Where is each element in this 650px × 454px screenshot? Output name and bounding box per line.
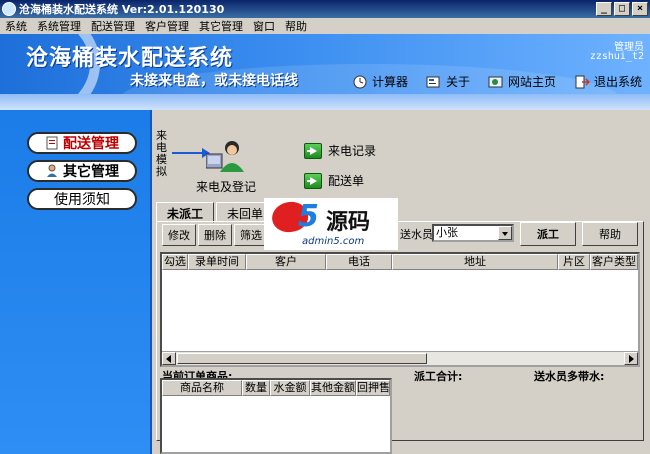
green-arrow-icon bbox=[304, 142, 322, 159]
a5-logo-icon: 5 bbox=[269, 198, 328, 236]
menu-system-manage[interactable]: 系统管理 bbox=[32, 18, 86, 34]
col-deposit-return[interactable]: 回押售 bbox=[356, 380, 390, 396]
col-water-amount[interactable]: 水金额 bbox=[270, 380, 310, 396]
dispatch-button[interactable]: 派工 bbox=[520, 222, 576, 246]
scroll-left-icon[interactable] bbox=[162, 352, 176, 365]
menu-delivery-manage[interactable]: 配送管理 bbox=[86, 18, 140, 34]
document-icon bbox=[46, 136, 58, 150]
calculator-label: 计算器 bbox=[371, 75, 408, 89]
dispatch-total-label: 派工合计: bbox=[414, 370, 463, 383]
delete-button[interactable]: 删除 bbox=[198, 224, 232, 246]
courier-value: 小张 bbox=[436, 226, 458, 239]
col-customer-type[interactable]: 客户类型 bbox=[590, 254, 638, 270]
col-customer[interactable]: 客户 bbox=[246, 254, 326, 270]
title-bar: 沧海桶装水配送系统 Ver:2.01.120130 _ □ × bbox=[0, 0, 650, 18]
scroll-thumb[interactable] bbox=[177, 353, 427, 364]
order-tabs: 未派工 未回单 bbox=[156, 202, 276, 223]
clock-icon bbox=[353, 75, 367, 88]
call-records-link[interactable]: 来电记录 bbox=[304, 142, 376, 159]
col-other-amount[interactable]: 其他金额 bbox=[310, 380, 356, 396]
delivery-order-label: 配送单 bbox=[328, 174, 365, 188]
flow-arrow-icon bbox=[172, 148, 210, 158]
exit-button[interactable]: 退出系统 bbox=[574, 73, 642, 90]
window-title: 沧海桶装水配送系统 Ver:2.01.120130 bbox=[19, 3, 225, 16]
close-button[interactable]: × bbox=[632, 2, 648, 16]
goods-grid-header: 商品名称 数量 水金额 其他金额 回押售 bbox=[162, 380, 390, 396]
left-nav: 配送管理 其它管理 使用须知 bbox=[0, 110, 152, 454]
menu-help[interactable]: 帮助 bbox=[280, 18, 312, 34]
edit-button[interactable]: 修改 bbox=[162, 224, 196, 246]
banner: 沧海桶装水配送系统 未接来电盒，或未接电话线 管理员 zzshui_t2 计算器… bbox=[0, 34, 650, 94]
col-phone[interactable]: 电话 bbox=[326, 254, 392, 270]
watermark-brand: 源码 bbox=[326, 210, 371, 235]
nav-delivery-label: 配送管理 bbox=[63, 136, 119, 152]
nav-guide[interactable]: 使用须知 bbox=[27, 188, 137, 210]
simulate-label: 来电模拟 bbox=[156, 129, 167, 178]
menu-system[interactable]: 系统 bbox=[0, 18, 32, 34]
about-label: 关于 bbox=[445, 75, 470, 89]
main-panel: 来电模拟 来电及登记 来电记录 配送单 未派工 未回单 修改 删除 筛选 送水员… bbox=[154, 110, 650, 454]
menu-customer-manage[interactable]: 客户管理 bbox=[140, 18, 194, 34]
col-quantity[interactable]: 数量 bbox=[242, 380, 270, 396]
info-card-icon bbox=[426, 76, 440, 87]
horizontal-scrollbar[interactable] bbox=[162, 351, 638, 365]
nav-delivery-manage[interactable]: 配送管理 bbox=[27, 132, 137, 154]
col-address[interactable]: 地址 bbox=[392, 254, 558, 270]
menu-bar: 系统 系统管理 配送管理 客户管理 其它管理 窗口 帮助 bbox=[0, 18, 650, 34]
call-records-label: 来电记录 bbox=[328, 144, 377, 158]
calculator-button[interactable]: 计算器 bbox=[352, 73, 408, 90]
operator-icon[interactable] bbox=[206, 136, 246, 176]
nav-guide-label: 使用须知 bbox=[54, 192, 110, 208]
about-button[interactable]: 关于 bbox=[426, 73, 470, 90]
app-title: 沧海桶装水配送系统 bbox=[26, 46, 234, 71]
maximize-button[interactable]: □ bbox=[614, 2, 630, 16]
watermark: 5 源码 admin5.com bbox=[264, 198, 398, 250]
user-icon bbox=[47, 164, 57, 177]
user-id: zzshui_t2 bbox=[589, 51, 644, 62]
menu-window[interactable]: 窗口 bbox=[248, 18, 280, 34]
exit-label: 退出系统 bbox=[593, 75, 642, 89]
nav-other-label: 其它管理 bbox=[63, 164, 119, 180]
watermark-site: admin5.com bbox=[302, 236, 365, 247]
tab-undispatched[interactable]: 未派工 bbox=[156, 202, 215, 223]
website-label: 网站主页 bbox=[507, 75, 556, 89]
col-check[interactable]: 勾选 bbox=[162, 254, 188, 270]
menu-other-manage[interactable]: 其它管理 bbox=[194, 18, 248, 34]
minimize-button[interactable]: _ bbox=[596, 2, 612, 16]
grid-header: 勾选 录单时间 客户 电话 地址 片区 客户类型 bbox=[162, 254, 638, 270]
col-time[interactable]: 录单时间 bbox=[188, 254, 246, 270]
col-area[interactable]: 片区 bbox=[558, 254, 590, 270]
scroll-right-icon[interactable] bbox=[624, 352, 638, 365]
goods-grid[interactable]: 商品名称 数量 水金额 其他金额 回押售 bbox=[160, 378, 392, 454]
banner-toolbar: 计算器 关于 网站主页 退出系统 bbox=[352, 73, 642, 90]
call-register-label[interactable]: 来电及登记 bbox=[196, 178, 256, 195]
courier-label: 送水员 bbox=[400, 228, 433, 241]
help-button[interactable]: 帮助 bbox=[582, 222, 638, 246]
nav-other-manage[interactable]: 其它管理 bbox=[27, 160, 137, 182]
website-button[interactable]: 网站主页 bbox=[488, 73, 556, 90]
globe-icon bbox=[488, 76, 503, 87]
caller-id-notice: 未接来电盒，或未接电话线 bbox=[130, 73, 298, 89]
filter-button[interactable]: 筛选 bbox=[234, 224, 268, 246]
green-arrow-icon bbox=[304, 172, 322, 189]
window-controls: _ □ × bbox=[596, 2, 648, 16]
chevron-down-icon[interactable] bbox=[498, 226, 512, 240]
col-goods-name[interactable]: 商品名称 bbox=[162, 380, 242, 396]
banner-stripe bbox=[0, 94, 650, 110]
orders-grid[interactable]: 勾选 录单时间 客户 电话 地址 片区 客户类型 bbox=[160, 252, 640, 367]
delivery-order-link[interactable]: 配送单 bbox=[304, 172, 364, 189]
exit-icon bbox=[575, 75, 590, 88]
courier-carry-label: 送水员多带水: bbox=[534, 370, 605, 383]
app-icon bbox=[2, 2, 16, 16]
courier-select[interactable]: 小张 bbox=[432, 224, 514, 242]
